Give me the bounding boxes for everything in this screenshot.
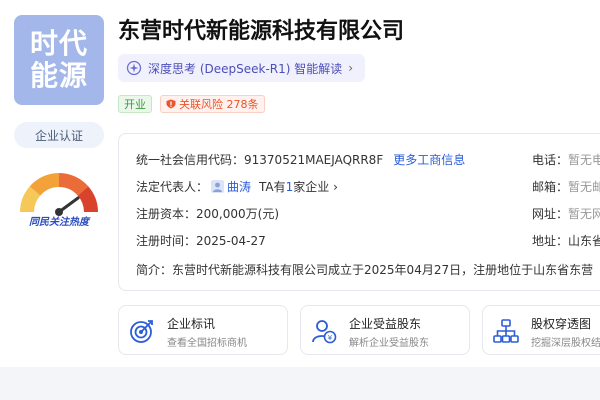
phone-row: 电话：暂无电 bbox=[532, 151, 600, 168]
phone-value: 暂无电 bbox=[568, 153, 600, 167]
email-value: 暂无邮 bbox=[568, 180, 600, 194]
risk-badge[interactable]: 关联风险 278条 bbox=[160, 95, 265, 113]
website-row: 网址：暂无网 bbox=[532, 205, 600, 222]
email-label: 邮箱： bbox=[532, 180, 569, 194]
heat-label: 同民关注热度 bbox=[29, 217, 89, 228]
sparkle-icon bbox=[126, 60, 142, 76]
feature-equity-subtitle: 挖掘深层股权结 bbox=[531, 338, 600, 349]
org-chart-icon bbox=[493, 319, 519, 343]
credit-code-row: 统一社会信用代码： 91370521MAEJAQRR8F 更多工商信息 bbox=[136, 151, 465, 168]
intro-text: 东营时代新能源科技有限公司成立于2025年04月27日，注册地位于山东省东营 bbox=[172, 263, 594, 277]
certification-badge[interactable]: 企业认证 bbox=[14, 122, 104, 148]
capital-row: 注册资本： 200,000万(元) bbox=[136, 205, 279, 222]
feature-beneficiary[interactable]: ¥ 企业受益股东 解析企业受益股东 bbox=[300, 305, 470, 355]
phone-label: 电话： bbox=[532, 153, 569, 167]
bottom-section bbox=[0, 367, 600, 400]
reg-date-label: 注册时间： bbox=[136, 234, 197, 248]
logo-line2: 能源 bbox=[29, 59, 88, 92]
email-row: 邮箱：暂无邮 bbox=[532, 178, 600, 195]
capital-value: 200,000万(元) bbox=[196, 207, 280, 221]
user-money-icon: ¥ bbox=[312, 320, 337, 344]
chevron-right-icon: › bbox=[348, 61, 354, 75]
website-label: 网址： bbox=[532, 207, 569, 221]
feature-beneficiary-subtitle: 解析企业受益股东 bbox=[349, 338, 429, 349]
legal-rep-row: 法定代表人： 曲涛 TA有 1 家企业 › bbox=[136, 178, 338, 195]
logo-line1: 时代 bbox=[29, 27, 88, 60]
more-info-link[interactable]: 更多工商信息 bbox=[393, 151, 465, 168]
ai-insight-button[interactable]: 深度思考 (DeepSeek-R1) 智能解读 › bbox=[118, 54, 366, 82]
warning-icon bbox=[166, 99, 176, 109]
status-badge: 开业 bbox=[118, 95, 152, 113]
feature-equity-title: 股权穿透图 bbox=[531, 317, 592, 331]
address-value: 山东省 bbox=[568, 234, 600, 248]
feature-beneficiary-title: 企业受益股东 bbox=[349, 317, 422, 331]
capital-label: 注册资本： bbox=[136, 207, 197, 221]
intro-label: 简介： bbox=[136, 263, 173, 277]
ta-count[interactable]: 1 bbox=[286, 180, 294, 194]
risk-badge-label: 关联风险 278条 bbox=[179, 98, 259, 111]
feature-bids-title: 企业标讯 bbox=[167, 317, 216, 331]
website-value: 暂无网 bbox=[568, 207, 600, 221]
company-name: 东营时代新能源科技有限公司 bbox=[118, 19, 405, 44]
address-row: 地址：山东省 bbox=[532, 232, 600, 249]
avatar-icon bbox=[211, 180, 225, 193]
credit-code-value: 91370521MAEJAQRR8F bbox=[244, 152, 384, 167]
feature-bids-subtitle: 查看全国招标商机 bbox=[167, 338, 247, 349]
ai-insight-label: 深度思考 (DeepSeek-R1) 智能解读 bbox=[148, 61, 343, 76]
company-logo: 时代 能源 bbox=[14, 15, 104, 105]
reg-date-row: 注册时间： 2025-04-27 bbox=[136, 232, 266, 249]
credit-code-label: 统一社会信用代码： bbox=[136, 153, 245, 167]
ta-suffix[interactable]: 家企业 › bbox=[293, 178, 338, 195]
address-label: 地址： bbox=[532, 234, 569, 248]
legal-rep-label: 法定代表人： bbox=[136, 180, 209, 194]
target-icon bbox=[130, 320, 153, 343]
svg-text:¥: ¥ bbox=[328, 334, 333, 342]
legal-rep-name[interactable]: 曲涛 bbox=[227, 178, 251, 195]
reg-date-value: 2025-04-27 bbox=[196, 233, 266, 248]
ta-prefix: TA有 bbox=[259, 180, 286, 194]
feature-bids[interactable]: 企业标讯 查看全国招标商机 bbox=[118, 305, 288, 355]
feature-equity[interactable]: 股权穿透图 挖掘深层股权结 bbox=[482, 305, 600, 355]
intro-row: 简介： 东营时代新能源科技有限公司成立于2025年04月27日，注册地位于山东省… bbox=[136, 261, 593, 278]
